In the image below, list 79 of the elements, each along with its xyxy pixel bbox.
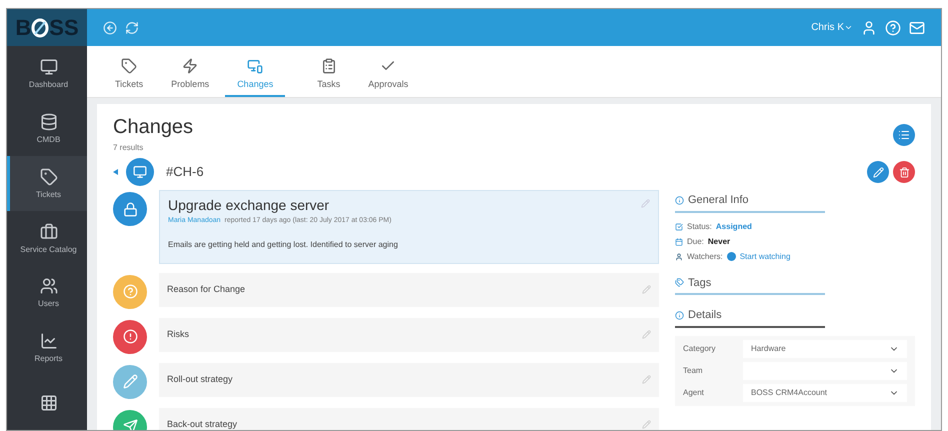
change-id: #CH-6 — [166, 163, 204, 182]
logo-ring-icon — [31, 18, 50, 38]
watchers-label: Watchers: — [687, 250, 723, 262]
sidebar-item[interactable]: Tickets — [7, 156, 87, 211]
info-icon — [675, 196, 684, 205]
plane-icon — [122, 419, 138, 430]
due-label: Due: — [687, 236, 704, 248]
changes-icon — [247, 58, 264, 74]
tag-icon — [121, 58, 138, 74]
tab[interactable]: Approvals — [356, 58, 420, 97]
select-field[interactable]: BOSS CRM4Account — [743, 384, 907, 402]
heading-text: General Info — [688, 193, 749, 208]
due-value: Never — [708, 236, 730, 248]
back-icon[interactable] — [103, 20, 117, 34]
change-description: Emails are getting held and getting lost. Identified to server aging — [168, 238, 399, 250]
start-watching-link[interactable]: Start watching — [740, 250, 790, 262]
edit-icon — [642, 375, 651, 384]
question-icon — [122, 284, 138, 299]
sidebar-item[interactable]: Dashboard — [7, 46, 87, 101]
user-name[interactable]: Chris K — [811, 20, 844, 35]
mail-icon[interactable] — [909, 20, 925, 36]
trash-icon — [898, 166, 910, 178]
clipboard-icon — [320, 58, 337, 74]
tag-icon — [40, 168, 58, 186]
heading-text: Tags — [688, 276, 712, 290]
status-label: Status: — [687, 220, 712, 232]
calendar-icon — [675, 238, 683, 246]
tab[interactable]: Problems — [159, 58, 222, 97]
watch-count-icon — [726, 252, 736, 261]
field-label: Category — [683, 342, 716, 354]
status-value: Assigned — [716, 220, 752, 232]
sidebar-item[interactable]: CMDB — [7, 100, 87, 156]
section-row[interactable]: Roll-out strategy — [159, 362, 659, 396]
alert-icon — [122, 329, 138, 344]
edit-icon — [642, 420, 651, 429]
section-row[interactable]: Back-out strategy — [159, 408, 659, 430]
user-icon[interactable] — [861, 20, 877, 36]
select-field[interactable] — [743, 362, 907, 380]
list-button[interactable] — [893, 124, 915, 146]
logo-text: SS — [49, 14, 79, 42]
caret-icon[interactable] — [844, 23, 853, 32]
select-field[interactable]: Hardware — [743, 340, 907, 358]
sidebar-item[interactable]: Service Catalog — [7, 210, 87, 266]
users-icon — [40, 277, 58, 296]
collapse-toggle-icon[interactable] — [113, 169, 118, 175]
result-count: 7 results — [113, 142, 144, 154]
sidebar-item[interactable]: Reports — [7, 320, 87, 376]
section-row[interactable]: Risks — [159, 318, 659, 352]
checkbox-icon — [675, 222, 683, 230]
grid-icon — [40, 394, 58, 412]
sidebar-item[interactable]: Users — [7, 265, 87, 320]
tab[interactable]: Changes — [225, 58, 286, 97]
edit-icon — [872, 166, 884, 178]
lock-icon — [122, 202, 138, 216]
chart-icon — [40, 332, 58, 350]
tags-icon — [675, 278, 684, 288]
heading-text: Details — [688, 308, 722, 323]
tab[interactable]: Tickets — [103, 58, 156, 97]
tab[interactable]: Tasks — [305, 58, 352, 97]
monitor-icon — [133, 165, 147, 179]
user-icon — [675, 252, 683, 260]
monitor-icon — [40, 58, 58, 76]
help-icon[interactable] — [885, 20, 901, 36]
database-icon — [40, 112, 58, 131]
section-row[interactable]: Reason for Change — [159, 272, 659, 306]
page-title: Changes — [113, 115, 194, 140]
change-title: Upgrade exchange server — [168, 196, 330, 215]
delete-button[interactable] — [893, 161, 915, 183]
refresh-icon[interactable] — [125, 20, 139, 34]
field-label: Team — [683, 364, 704, 376]
logo-text: B — [15, 14, 32, 42]
briefcase-icon — [40, 222, 58, 240]
edit-icon — [642, 330, 651, 339]
field-label: Agent — [683, 386, 705, 398]
info-icon — [675, 310, 684, 320]
edit-icon — [642, 285, 651, 294]
edit-button[interactable] — [867, 161, 889, 183]
zap-icon — [182, 58, 198, 74]
pencil-icon — [122, 374, 138, 389]
